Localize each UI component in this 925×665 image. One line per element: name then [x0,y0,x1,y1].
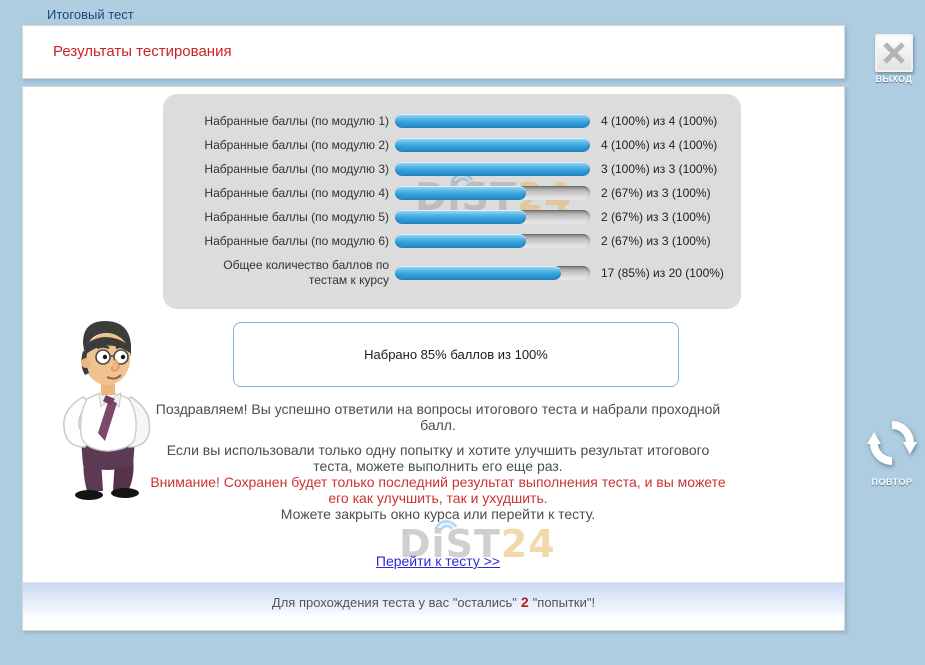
results-header-box: Результаты тестирования [22,25,845,79]
score-row-label: Общее количество баллов по тестам к курс… [163,258,389,288]
retry-info-text: Если вы использовали только одну попытку… [148,442,728,474]
score-row-label: Набранные баллы (по модулю 4) [163,186,389,201]
attempts-text: Для прохождения теста у вас "остались" 2 "… [272,594,595,610]
exit-button-label: ВЫХОД [862,74,925,84]
exit-button[interactable]: ВЫХОД [862,34,925,84]
score-row-value: 17 (85%) из 20 (100%) [601,266,724,280]
progress-bar-track [395,266,590,280]
score-row-value: 2 (67%) из 3 (100%) [601,234,711,248]
score-row-value: 4 (100%) из 4 (100%) [601,138,717,152]
attempts-prefix: Для прохождения теста у вас "остались" [272,595,517,610]
progress-bar-fill [395,186,526,200]
scores-panel: DiST24 Набранные баллы (по модулю 1)4 (1… [163,94,741,309]
repeat-button-label: ПОВТОР [860,477,924,487]
progress-bar-track [395,210,590,224]
warning-text: Внимание! Сохранен будет только последни… [148,474,728,506]
score-rows: Набранные баллы (по модулю 1) 4 (100%) из… [163,109,741,293]
score-row-value: 3 (100%) из 3 (100%) [601,162,717,176]
repeat-arrows-icon[interactable] [865,416,919,470]
score-row: Набранные баллы (по модулю 1) 4 (100%) из… [163,109,741,133]
congrats-text: Поздравляем! Вы успешно ответили на вопр… [148,401,728,433]
score-row: Общее количество баллов по тестам к курс… [163,253,741,293]
progress-bar-fill [395,210,526,224]
page-title: Результаты тестирования [53,43,232,60]
progress-bar-fill [395,138,590,152]
progress-bar-track [395,114,590,128]
score-summary-text: Набрано 85% баллов из 100% [364,347,548,362]
go-to-test-link[interactable]: Перейти к тесту >> [376,553,500,569]
progress-bar-fill [395,266,561,280]
score-row-label: Набранные баллы (по модулю 1) [163,114,389,129]
score-row: Набранные баллы (по модулю 5) 2 (67%) из … [163,205,741,229]
progress-bar-fill [395,114,590,128]
score-row: Набранные баллы (по модулю 3) 3 (100%) из… [163,157,741,181]
score-row: Набранные баллы (по модулю 6) 2 (67%) из … [163,229,741,253]
score-row: Набранные баллы (по модулю 2) 4 (100%) из… [163,133,741,157]
attempts-count: 2 [521,594,529,610]
score-row-label: Набранные баллы (по модулю 6) [163,234,389,249]
progress-bar-track [395,138,590,152]
score-row-label: Набранные баллы (по модулю 3) [163,162,389,177]
score-row: Набранные баллы (по модулю 4) 2 (67%) из … [163,181,741,205]
attempts-suffix: "попытки"! [533,595,595,610]
progress-bar-fill [395,234,526,248]
progress-bar-fill [395,162,590,176]
progress-bar-track [395,234,590,248]
score-summary-box: Набрано 85% баллов из 100% [233,322,679,387]
close-icon[interactable] [875,34,913,72]
attempts-footer-bar: Для прохождения теста у вас "остались" 2 "… [23,582,844,630]
score-row-label: Набранные баллы (по модулю 2) [163,138,389,153]
progress-bar-track [395,162,590,176]
messages-block: Поздравляем! Вы успешно ответили на вопр… [148,401,728,569]
score-row-value: 2 (67%) из 3 (100%) [601,186,711,200]
score-row-value: 4 (100%) из 4 (100%) [601,114,717,128]
score-row-value: 2 (67%) из 3 (100%) [601,210,711,224]
window-title: Итоговый тест [47,7,134,22]
progress-bar-track [395,186,590,200]
close-info-text: Можете закрыть окно курса или перейти к … [148,506,728,522]
repeat-button[interactable]: ПОВТОР [860,416,924,487]
main-panel: DiST24 Набранные баллы (по модулю 1)4 (1… [22,86,845,631]
score-row-label: Набранные баллы (по модулю 5) [163,210,389,225]
